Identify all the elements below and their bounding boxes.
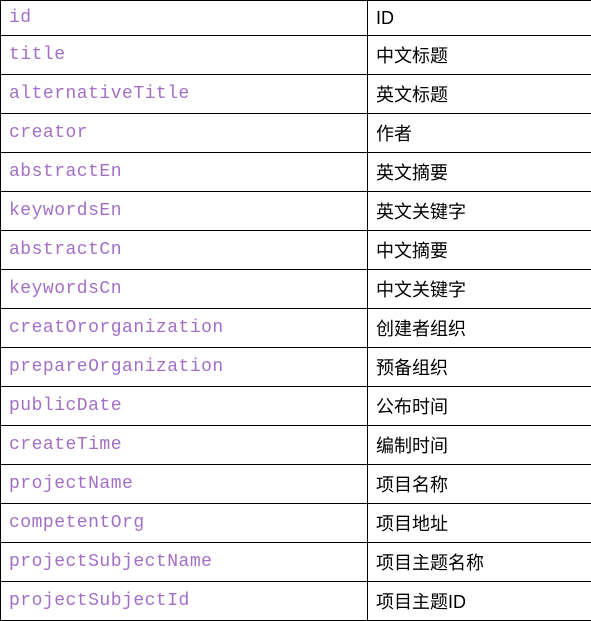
field-val: 作者: [368, 114, 591, 153]
field-val: 编制时间: [368, 426, 591, 465]
table-row: abstractEn 英文摘要: [1, 153, 591, 192]
field-key: abstractEn: [1, 153, 368, 192]
field-key: publicDate: [1, 387, 368, 426]
field-key: alternativeTitle: [1, 75, 368, 114]
field-key: projectName: [1, 465, 368, 504]
field-key: creator: [1, 114, 368, 153]
table-row: alternativeTitle 英文标题: [1, 75, 591, 114]
table-row: keywordsCn 中文关键字: [1, 270, 591, 309]
table-row: creatOrorganization 创建者组织: [1, 309, 591, 348]
field-val: 英文关键字: [368, 192, 591, 231]
table-row: title 中文标题: [1, 36, 591, 75]
table-row: abstractCn 中文摘要: [1, 231, 591, 270]
table-row: projectName 项目名称: [1, 465, 591, 504]
field-val: 公布时间: [368, 387, 591, 426]
fields-table: id ID title 中文标题 alternativeTitle 英文标题 c…: [0, 0, 591, 621]
table-row: createTime 编制时间: [1, 426, 591, 465]
field-val: 项目地址: [368, 504, 591, 543]
field-key: keywordsCn: [1, 270, 368, 309]
table-row: creator 作者: [1, 114, 591, 153]
field-key: title: [1, 36, 368, 75]
field-key: competentOrg: [1, 504, 368, 543]
table-row: id ID: [1, 1, 591, 36]
field-val: ID: [368, 1, 591, 36]
table-row: competentOrg 项目地址: [1, 504, 591, 543]
field-val: 中文关键字: [368, 270, 591, 309]
field-val: 英文标题: [368, 75, 591, 114]
field-val: 创建者组织: [368, 309, 591, 348]
field-val: 项目名称: [368, 465, 591, 504]
field-key: id: [1, 1, 368, 36]
field-val: 项目主题ID: [368, 582, 591, 621]
field-val: 中文摘要: [368, 231, 591, 270]
field-key: keywordsEn: [1, 192, 368, 231]
field-val: 预备组织: [368, 348, 591, 387]
table-row: keywordsEn 英文关键字: [1, 192, 591, 231]
field-key: abstractCn: [1, 231, 368, 270]
field-val: 中文标题: [368, 36, 591, 75]
field-key: createTime: [1, 426, 368, 465]
table-row: prepareOrganization 预备组织: [1, 348, 591, 387]
field-key: projectSubjectId: [1, 582, 368, 621]
table-row: projectSubjectId 项目主题ID: [1, 582, 591, 621]
field-key: creatOrorganization: [1, 309, 368, 348]
table-row: publicDate 公布时间: [1, 387, 591, 426]
field-val: 英文摘要: [368, 153, 591, 192]
field-key: prepareOrganization: [1, 348, 368, 387]
